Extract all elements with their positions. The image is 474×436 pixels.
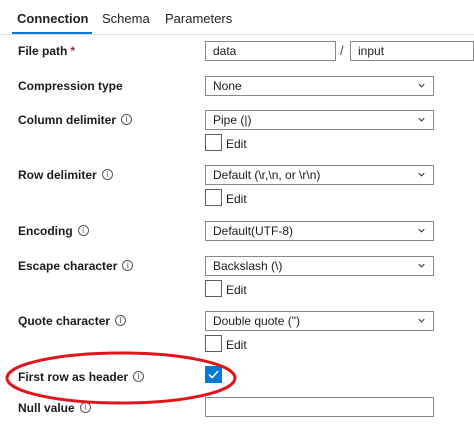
chevron-down-icon	[418, 172, 425, 177]
column-delimiter-edit-label: Edit	[226, 137, 247, 151]
chevron-down-icon	[418, 83, 425, 88]
column-delimiter-value: Pipe (|)	[213, 113, 252, 127]
encoding-label: Encoding i	[18, 224, 89, 238]
column-delimiter-select[interactable]: Pipe (|)	[205, 110, 434, 130]
escape-character-label: Escape character i	[18, 259, 134, 273]
escape-character-edit-checkbox[interactable]	[205, 280, 222, 297]
required-marker: *	[70, 44, 76, 58]
tab-schema[interactable]: Schema	[102, 11, 150, 26]
quote-character-edit-label: Edit	[226, 338, 247, 352]
info-icon[interactable]: i	[133, 371, 145, 382]
info-icon[interactable]: i	[115, 315, 127, 326]
compression-type-value: None	[213, 79, 242, 93]
encoding-value: Default(UTF-8)	[213, 224, 294, 238]
compression-type-label: Compression type	[18, 79, 123, 93]
null-value-input[interactable]	[205, 397, 434, 417]
chevron-down-icon	[418, 117, 425, 122]
file-path-separator: /	[340, 43, 344, 58]
row-delimiter-label: Row delimiter i	[18, 168, 113, 182]
info-icon[interactable]: i	[79, 402, 91, 413]
row-delimiter-select[interactable]: Default (\r,\n, or \r\n)	[205, 165, 434, 185]
quote-character-value: Double quote (")	[213, 314, 300, 328]
escape-character-edit-label: Edit	[226, 283, 247, 297]
file-path-label: File path *	[18, 44, 76, 58]
file-path-folder-input[interactable]: input	[350, 41, 474, 61]
first-row-as-header-label: First row as header i	[18, 370, 145, 384]
escape-character-select[interactable]: Backslash (\)	[205, 256, 434, 276]
null-value-label: Null value i	[18, 401, 91, 415]
tab-parameters[interactable]: Parameters	[165, 11, 232, 26]
tab-connection[interactable]: Connection	[17, 11, 89, 26]
checkmark-icon	[208, 370, 219, 379]
row-delimiter-edit-label: Edit	[226, 192, 247, 206]
quote-character-select[interactable]: Double quote (")	[205, 311, 434, 331]
info-icon[interactable]: i	[122, 260, 134, 271]
row-delimiter-edit-checkbox[interactable]	[205, 189, 222, 206]
info-icon[interactable]: i	[77, 225, 89, 236]
info-icon[interactable]: i	[101, 169, 113, 180]
quote-character-edit-checkbox[interactable]	[205, 335, 222, 352]
tab-divider	[0, 34, 474, 35]
compression-type-select[interactable]: None	[205, 76, 434, 96]
quote-character-label: Quote character i	[18, 314, 127, 328]
info-icon[interactable]: i	[121, 114, 133, 125]
first-row-as-header-checkbox[interactable]	[205, 366, 222, 383]
file-path-container-input[interactable]: data	[205, 41, 336, 61]
row-delimiter-value: Default (\r,\n, or \r\n)	[213, 168, 321, 182]
column-delimiter-edit-checkbox[interactable]	[205, 134, 222, 151]
encoding-select[interactable]: Default(UTF-8)	[205, 221, 434, 241]
chevron-down-icon	[418, 263, 425, 268]
chevron-down-icon	[418, 318, 425, 323]
escape-character-value: Backslash (\)	[213, 259, 283, 273]
chevron-down-icon	[418, 228, 425, 233]
column-delimiter-label: Column delimiter i	[18, 113, 133, 127]
